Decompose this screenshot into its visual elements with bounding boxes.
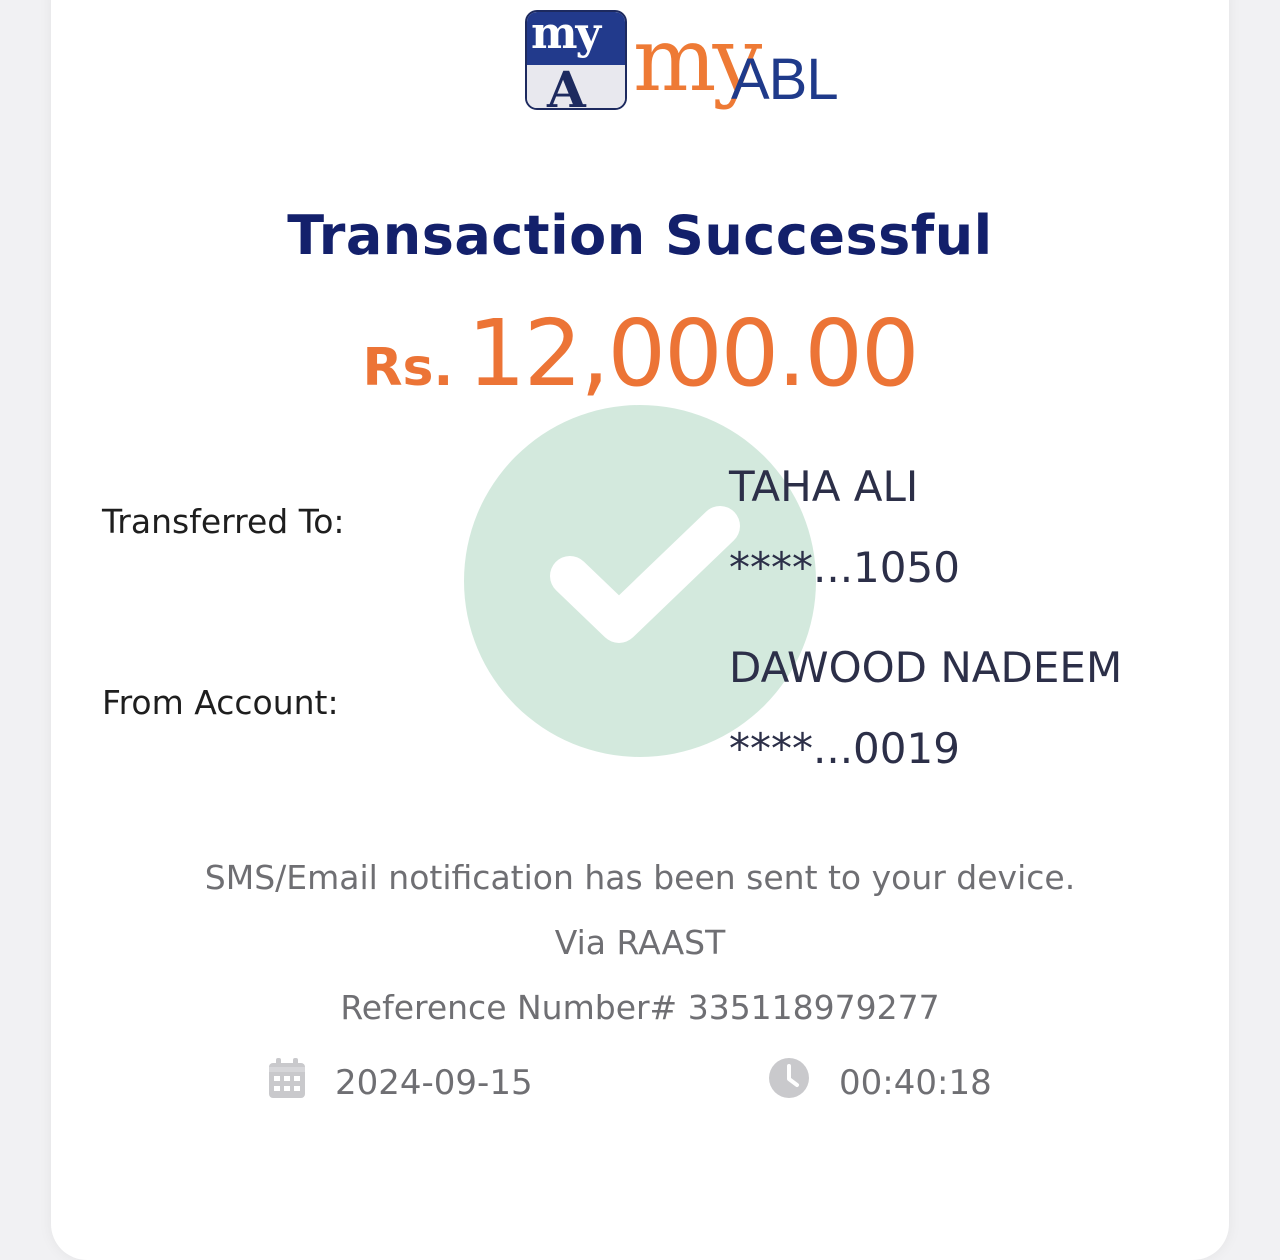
notification-text: SMS/Email notification has been sent to … bbox=[204, 858, 1076, 897]
calendar-icon bbox=[269, 1058, 305, 1107]
amount-value: 12,000.00 bbox=[467, 300, 919, 407]
logo-badge: my A bbox=[525, 10, 627, 110]
logo-badge-text: my bbox=[531, 10, 601, 59]
receipt-card: my A my ABL Transaction Successful Rs. 12… bbox=[51, 0, 1229, 1260]
sender-account: ****...0019 bbox=[729, 724, 960, 773]
date-value: 2024-09-15 bbox=[335, 1062, 533, 1103]
recipient-name: TAHA ALI bbox=[729, 462, 919, 511]
from-account-label: From Account: bbox=[102, 683, 339, 722]
channel-text: Via RAAST bbox=[554, 923, 726, 962]
reference-number: Reference Number# 335118979277 bbox=[340, 988, 940, 1027]
page-title: Transaction Successful bbox=[287, 204, 993, 267]
amount-currency: Rs. bbox=[362, 338, 454, 398]
transferred-to-label: Transferred To: bbox=[102, 502, 345, 541]
recipient-account: ****...1050 bbox=[729, 543, 960, 592]
amount: Rs. 12,000.00 bbox=[51, 300, 1229, 407]
logo-badge-mark: A bbox=[547, 60, 586, 110]
transaction-date: 2024-09-15 bbox=[269, 1058, 533, 1107]
sender-name: DAWOOD NADEEM bbox=[729, 643, 1123, 692]
transaction-time: 00:40:18 bbox=[769, 1058, 992, 1107]
myabl-logo: my A my ABL bbox=[525, 8, 865, 124]
logo-wordmark-abl: ABL bbox=[731, 47, 839, 112]
clock-icon bbox=[769, 1058, 809, 1107]
time-value: 00:40:18 bbox=[839, 1062, 992, 1103]
